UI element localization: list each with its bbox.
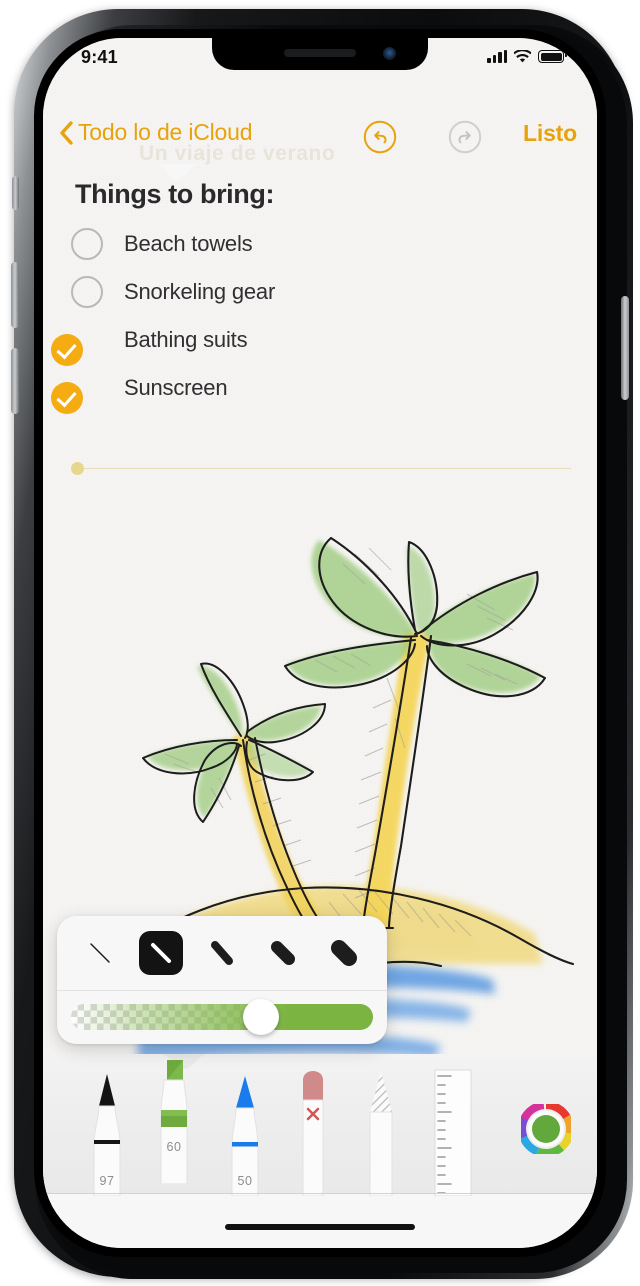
- checklist-item[interactable]: Bathing suits: [51, 316, 541, 366]
- tool-list: 97 60 50: [43, 1054, 597, 1196]
- checklist-item-label: Sunscreen: [124, 375, 228, 400]
- stroke-medium-icon: [210, 941, 233, 965]
- checkbox-unchecked-icon[interactable]: [71, 228, 103, 260]
- checklist-item[interactable]: Sunscreen: [51, 364, 541, 414]
- checkbox-checked-icon[interactable]: [51, 334, 83, 366]
- opacity-slider[interactable]: [71, 999, 373, 1035]
- tool-ruler[interactable]: [429, 1066, 473, 1196]
- fronds-fill-small: [147, 665, 321, 818]
- highlighter-icon: [160, 1060, 188, 1184]
- stroke-width-popover: [57, 916, 387, 1044]
- color-wheel-icon[interactable]: [521, 1104, 571, 1154]
- opacity-slider-row: [57, 990, 387, 1044]
- front-camera-icon: [383, 47, 396, 60]
- power-button[interactable]: [621, 296, 629, 400]
- stroke-width-options: [57, 916, 387, 990]
- phone-screen: Un viaje de verano 9:41 Todo lo de iClou…: [43, 38, 597, 1248]
- stroke-width-option-medium[interactable]: [200, 931, 244, 975]
- checklist-item-label: Bathing suits: [124, 327, 248, 352]
- tool-pen[interactable]: 97: [85, 1066, 129, 1196]
- popover-separator: [57, 990, 387, 991]
- done-button[interactable]: Listo: [523, 120, 577, 147]
- opacity-slider-track: [71, 1004, 373, 1030]
- tool-marker[interactable]: 50: [223, 1066, 267, 1196]
- back-button[interactable]: Todo lo de iCloud: [59, 119, 253, 146]
- eraser-icon: [302, 1071, 324, 1196]
- navigation-bar: Todo lo de iCloud Listo: [43, 110, 597, 164]
- stroke-thin-icon: [150, 943, 171, 963]
- checkbox-unchecked-icon[interactable]: [71, 276, 103, 308]
- undo-icon[interactable]: [363, 120, 397, 154]
- earpiece-speaker: [284, 49, 356, 57]
- status-time: 9:41: [81, 47, 118, 67]
- back-button-label: Todo lo de iCloud: [78, 119, 253, 145]
- battery-tip: [565, 52, 567, 57]
- home-indicator[interactable]: [225, 1224, 415, 1230]
- tool-highlighter[interactable]: 60: [151, 1054, 197, 1184]
- redo-icon: [448, 120, 482, 154]
- status-indicators: [487, 50, 567, 63]
- popover-tail: [155, 164, 199, 180]
- wifi-icon: [514, 50, 531, 63]
- tool-eraser[interactable]: [291, 1066, 335, 1196]
- checkbox-checked-icon[interactable]: [51, 382, 83, 414]
- opacity-slider-knob[interactable]: [243, 999, 279, 1035]
- display-notch: [212, 38, 428, 70]
- battery-full-icon: [538, 50, 564, 63]
- signal-bars-icon: [487, 50, 507, 63]
- checklist-item-label: Snorkeling gear: [124, 279, 276, 304]
- marker-number: 50: [237, 1174, 253, 1188]
- checklist-item[interactable]: Snorkeling gear: [71, 268, 541, 316]
- checklist: Beach towels Snorkeling gear Bathing sui…: [51, 220, 541, 414]
- stroke-thick-icon: [271, 941, 296, 965]
- ruler-icon: [434, 1069, 472, 1196]
- stroke-width-option-extra-thick[interactable]: [322, 931, 366, 975]
- note-title: Things to bring:: [75, 179, 275, 209]
- note-divider: [71, 462, 571, 476]
- stroke-width-option-hairline[interactable]: [78, 931, 122, 975]
- stroke-hairline-icon: [89, 943, 110, 963]
- home-indicator-area: [43, 1194, 597, 1248]
- highlighter-number: 60: [166, 1140, 182, 1154]
- chevron-left-icon: [60, 120, 73, 145]
- tool-lasso[interactable]: [359, 1066, 403, 1196]
- stroke-extra-thick-icon: [331, 940, 358, 966]
- checklist-item-label: Beach towels: [124, 231, 253, 256]
- screenshot-root: Un viaje de verano 9:41 Todo lo de iClou…: [0, 0, 640, 1286]
- stroke-width-option-thick[interactable]: [261, 931, 305, 975]
- divider-line: [84, 468, 571, 470]
- pen-number: 97: [99, 1174, 115, 1188]
- lasso-icon: [369, 1072, 393, 1196]
- volume-down-button[interactable]: [11, 348, 19, 414]
- silent-switch[interactable]: [12, 176, 19, 210]
- divider-dot: [71, 462, 84, 475]
- stroke-width-option-thin[interactable]: [138, 931, 183, 975]
- checklist-item[interactable]: Beach towels: [71, 220, 541, 268]
- tray-bottom-border: [43, 1193, 597, 1194]
- volume-up-button[interactable]: [11, 262, 19, 328]
- markup-tool-tray: 97 60 50: [43, 1054, 597, 1196]
